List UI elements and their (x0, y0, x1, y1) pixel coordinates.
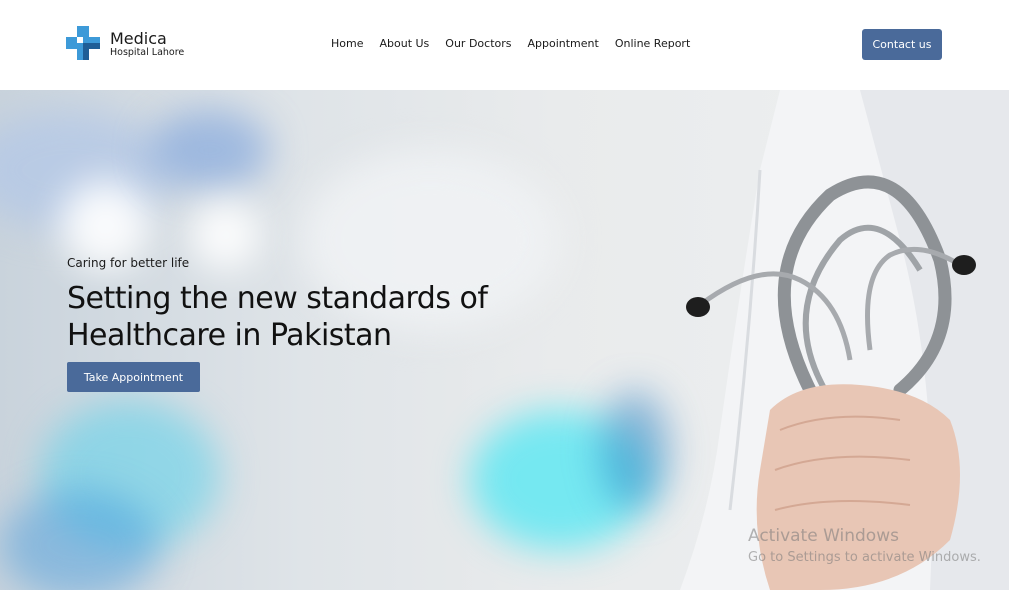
contact-us-button[interactable]: Contact us (862, 29, 942, 60)
nav-home[interactable]: Home (331, 37, 363, 50)
windows-activation-watermark: Activate Windows Go to Settings to activ… (748, 526, 981, 565)
main-nav: Home About Us Our Doctors Appointment On… (331, 37, 706, 50)
nav-appointment[interactable]: Appointment (528, 37, 599, 50)
nav-online-report[interactable]: Online Report (615, 37, 690, 50)
hero-tagline: Caring for better life (67, 256, 190, 270)
background-blur (150, 110, 270, 190)
watermark-subtitle: Go to Settings to activate Windows. (748, 550, 981, 565)
hero-content: Caring for better life Setting the new s… (67, 256, 488, 392)
logo[interactable]: Medica Hospital Lahore (66, 26, 184, 60)
background-blur (0, 490, 160, 590)
nav-our-doctors[interactable]: Our Doctors (445, 37, 511, 50)
hero-title-line2: Healthcare in Pakistan (67, 318, 392, 353)
take-appointment-button[interactable]: Take Appointment (67, 362, 200, 392)
hero-title-line1: Setting the new standards of (67, 281, 488, 316)
brand-name: Medica (110, 29, 167, 48)
nav-about-us[interactable]: About Us (379, 37, 429, 50)
hero-section: Caring for better life Setting the new s… (0, 90, 1009, 590)
hero-title: Setting the new standards of Healthcare … (67, 280, 488, 354)
logo-text: Medica Hospital Lahore (110, 29, 185, 59)
brand-subtitle: Hospital Lahore (110, 47, 185, 58)
doctor-stethoscope-image (680, 90, 1009, 590)
medical-cross-icon (66, 26, 100, 60)
watermark-title: Activate Windows (748, 526, 899, 546)
site-header: Medica Hospital Lahore Home About Us Our… (0, 0, 1009, 90)
